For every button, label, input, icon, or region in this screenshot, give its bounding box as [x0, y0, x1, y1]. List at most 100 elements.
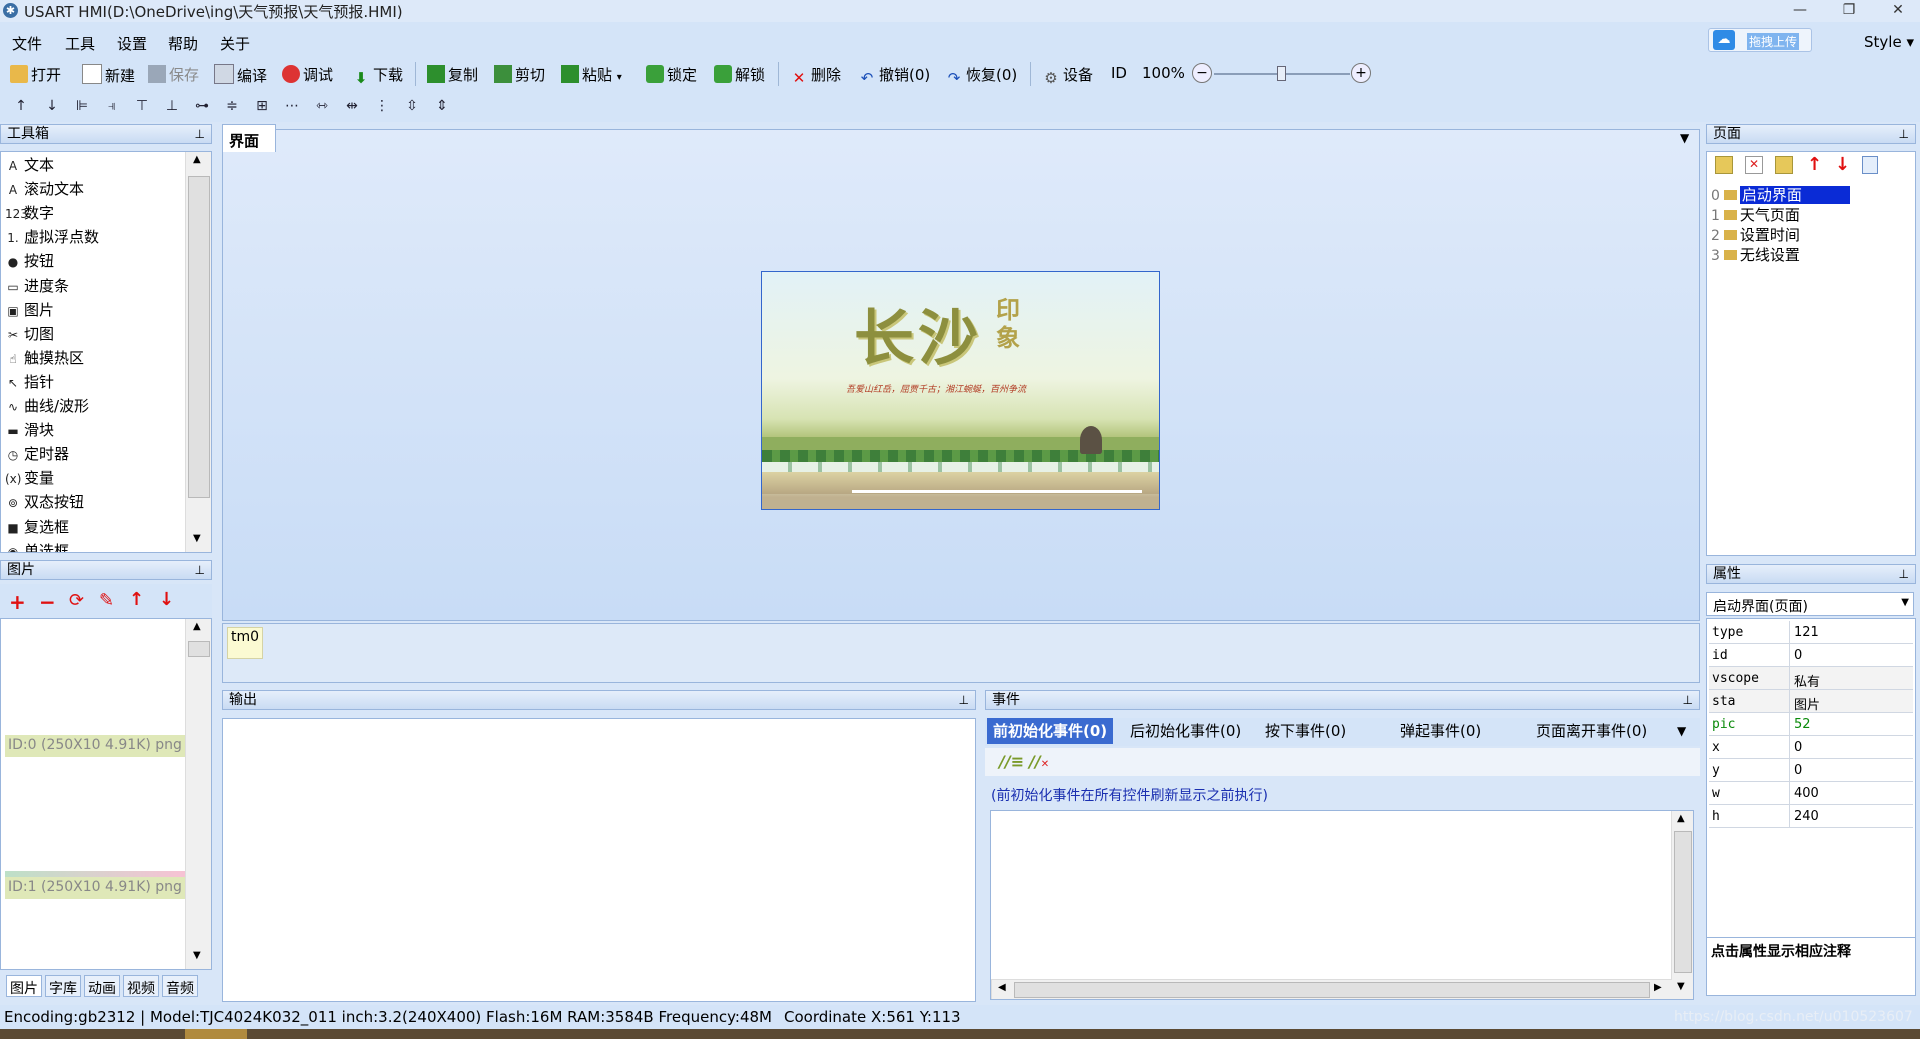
tab-post-init-event[interactable]: 后初始化事件(0) — [1130, 718, 1241, 744]
picture-item-0[interactable]: ID:0 (250X10 4.91K) png — [5, 735, 185, 757]
page-item[interactable]: 2 设置时间 — [1711, 224, 1800, 245]
attribute-row[interactable]: x0 — [1709, 736, 1913, 759]
tab-video[interactable]: 视频 — [123, 975, 159, 997]
editor-hscrollbar[interactable]: ◀ ▶ — [991, 979, 1672, 999]
maximize-button[interactable]: ❐ — [1829, 0, 1869, 22]
toolbox-item[interactable]: 123数字 — [5, 202, 54, 223]
zoom-slider-track[interactable] — [1214, 66, 1350, 81]
page-item[interactable]: 1 天气页面 — [1711, 204, 1800, 225]
download-button[interactable]: ⬇ 下载 — [352, 64, 403, 87]
scroll-down-icon[interactable]: ▼ — [193, 950, 201, 961]
attribute-row[interactable]: sta 图片 — [1709, 690, 1913, 713]
edit-icon[interactable]: ✎ — [99, 590, 114, 611]
scroll-thumb[interactable] — [188, 176, 210, 498]
id-button[interactable]: ID — [1111, 64, 1127, 82]
distribute-v-icon[interactable]: ⋮ — [373, 98, 391, 116]
pin-icon[interactable]: ⊥ — [1899, 565, 1909, 584]
toolbox-item[interactable]: A 文本 — [5, 154, 54, 175]
scroll-thumb[interactable] — [188, 641, 210, 657]
zoom-out-icon[interactable]: − — [1192, 63, 1212, 83]
tab-press-event[interactable]: 按下事件(0) — [1265, 718, 1346, 744]
chevron-down-icon[interactable]: ▼ — [1901, 597, 1909, 608]
toolbox-item[interactable]: ⊚ 双态按钮 — [5, 491, 84, 512]
lock-button[interactable]: 锁定 — [646, 64, 697, 85]
menu-file[interactable]: 文件 — [12, 33, 42, 54]
replace-icon[interactable]: ⟳ — [69, 590, 84, 611]
tab-dropdown-icon[interactable]: ▼ — [1680, 131, 1689, 145]
zoom-in-icon[interactable]: + — [1351, 63, 1371, 83]
import-page-icon[interactable] — [1775, 156, 1793, 174]
upload-button[interactable]: ☁ 拖拽上传 — [1708, 28, 1812, 52]
align-top-icon[interactable]: ⊤ — [133, 98, 151, 116]
pin-icon[interactable]: ⊥ — [959, 691, 969, 710]
align-hcenter-icon[interactable]: ≑ — [223, 98, 241, 116]
attribute-row[interactable]: pic 52 — [1709, 713, 1913, 736]
distribute-h-icon[interactable]: ⋯ — [283, 98, 301, 116]
tab-animation[interactable]: 动画 — [84, 975, 120, 997]
toolbox-item[interactable]: ☝ 触摸热区 — [5, 347, 84, 368]
delete-button[interactable]: ✕ 删除 — [790, 64, 841, 87]
timer-component[interactable]: tm0 — [227, 627, 263, 659]
move-down-icon[interactable]: ↓ — [159, 589, 174, 610]
attribute-value[interactable]: 图片 — [1794, 694, 1820, 713]
new-button[interactable]: 新建 — [82, 64, 135, 86]
toolbox-item[interactable]: ● 按钮 — [5, 250, 54, 271]
add-page-icon[interactable] — [1715, 156, 1733, 174]
space-v2-icon[interactable]: ⇕ — [433, 98, 451, 116]
scroll-down-icon[interactable]: ▼ — [1677, 981, 1685, 992]
attribute-value[interactable]: 121 — [1794, 625, 1819, 640]
scroll-left-icon[interactable]: ◀ — [998, 982, 1006, 993]
attribute-value[interactable]: 私有 — [1794, 671, 1820, 690]
attribute-row[interactable]: h 240 — [1709, 805, 1913, 828]
toolbox-item[interactable]: ∿ 曲线/波形 — [5, 395, 89, 416]
minimize-button[interactable]: — — [1780, 0, 1820, 22]
hmi-page-preview[interactable]: 长沙 印象 吾爱山红岳，屈贾千古；湘江蜿蜒，百州争流 — [761, 271, 1160, 510]
add-icon[interactable]: + — [9, 590, 26, 614]
close-button[interactable]: ✕ — [1878, 0, 1918, 22]
toolbox-item[interactable]: 1. 虚拟浮点数 — [5, 226, 99, 247]
page-down-icon[interactable]: ↓ — [1835, 154, 1850, 175]
tab-audio[interactable]: 音频 — [162, 975, 198, 997]
scroll-up-icon[interactable]: ▲ — [1677, 813, 1685, 824]
tab-fonts[interactable]: 字库 — [45, 975, 81, 997]
attribute-row[interactable]: type 121 — [1709, 621, 1913, 644]
space-h2-icon[interactable]: ⇹ — [343, 98, 361, 116]
align-bottom-icon[interactable]: ⊥ — [163, 98, 181, 116]
move-up-icon[interactable]: ↑ — [12, 98, 30, 116]
menu-help[interactable]: 帮助 — [168, 33, 198, 54]
pin-icon[interactable]: ⊥ — [1683, 691, 1693, 710]
attribute-row[interactable]: y0 — [1709, 759, 1913, 782]
menu-about[interactable]: 关于 — [220, 33, 250, 54]
paste-button[interactable]: 粘贴 ▾ — [561, 64, 622, 85]
toolbox-item[interactable]: ■ 复选框 — [5, 516, 69, 537]
undo-button[interactable]: ↶ 撤销(0) — [858, 64, 931, 87]
redo-button[interactable]: ↷ 恢复(0) — [945, 64, 1018, 87]
tab-pictures[interactable]: 图片 — [6, 975, 42, 997]
remove-icon[interactable]: − — [39, 590, 56, 614]
page-up-icon[interactable]: ↑ — [1807, 154, 1822, 175]
uncomment-icon[interactable]: //✕ — [1029, 752, 1049, 771]
tab-pre-init-event[interactable]: 前初始化事件(0) — [987, 718, 1114, 744]
toolbox-item[interactable]: ◉ 单选框 — [5, 540, 69, 552]
output-textarea[interactable] — [222, 718, 976, 1002]
toolbox-item[interactable]: A 滚动文本 — [5, 178, 84, 199]
open-button[interactable]: 打开 — [10, 64, 61, 85]
tab-design[interactable]: 界面 — [222, 124, 276, 152]
unlock-button[interactable]: 解锁 — [714, 64, 765, 85]
toolbox-item[interactable]: ▭ 进度条 — [5, 275, 69, 296]
page-item[interactable]: 3 无线设置 — [1711, 244, 1800, 265]
picture-item-1[interactable]: ID:1 (250X10 4.91K) png — [5, 877, 185, 899]
tabs-dropdown-icon[interactable]: ▼ — [1677, 718, 1686, 744]
attribute-value[interactable]: 0 — [1794, 763, 1802, 778]
align-left-icon[interactable]: ⊫ — [73, 98, 91, 116]
event-code-editor[interactable]: ▲ ▼ ◀ ▶ — [990, 810, 1694, 1000]
cut-button[interactable]: 剪切 — [494, 64, 545, 85]
pictures-scrollbar[interactable]: ▲ ▼ — [185, 619, 211, 969]
same-size-icon[interactable]: ⊞ — [253, 98, 271, 116]
tab-release-event[interactable]: 弹起事件(0) — [1400, 718, 1481, 744]
attribute-value[interactable]: 0 — [1794, 648, 1802, 663]
pin-icon[interactable]: ⊥ — [1899, 125, 1909, 144]
scroll-up-icon[interactable]: ▲ — [193, 154, 201, 165]
attribute-value[interactable]: 0 — [1794, 740, 1802, 755]
scroll-up-icon[interactable]: ▲ — [193, 621, 201, 632]
